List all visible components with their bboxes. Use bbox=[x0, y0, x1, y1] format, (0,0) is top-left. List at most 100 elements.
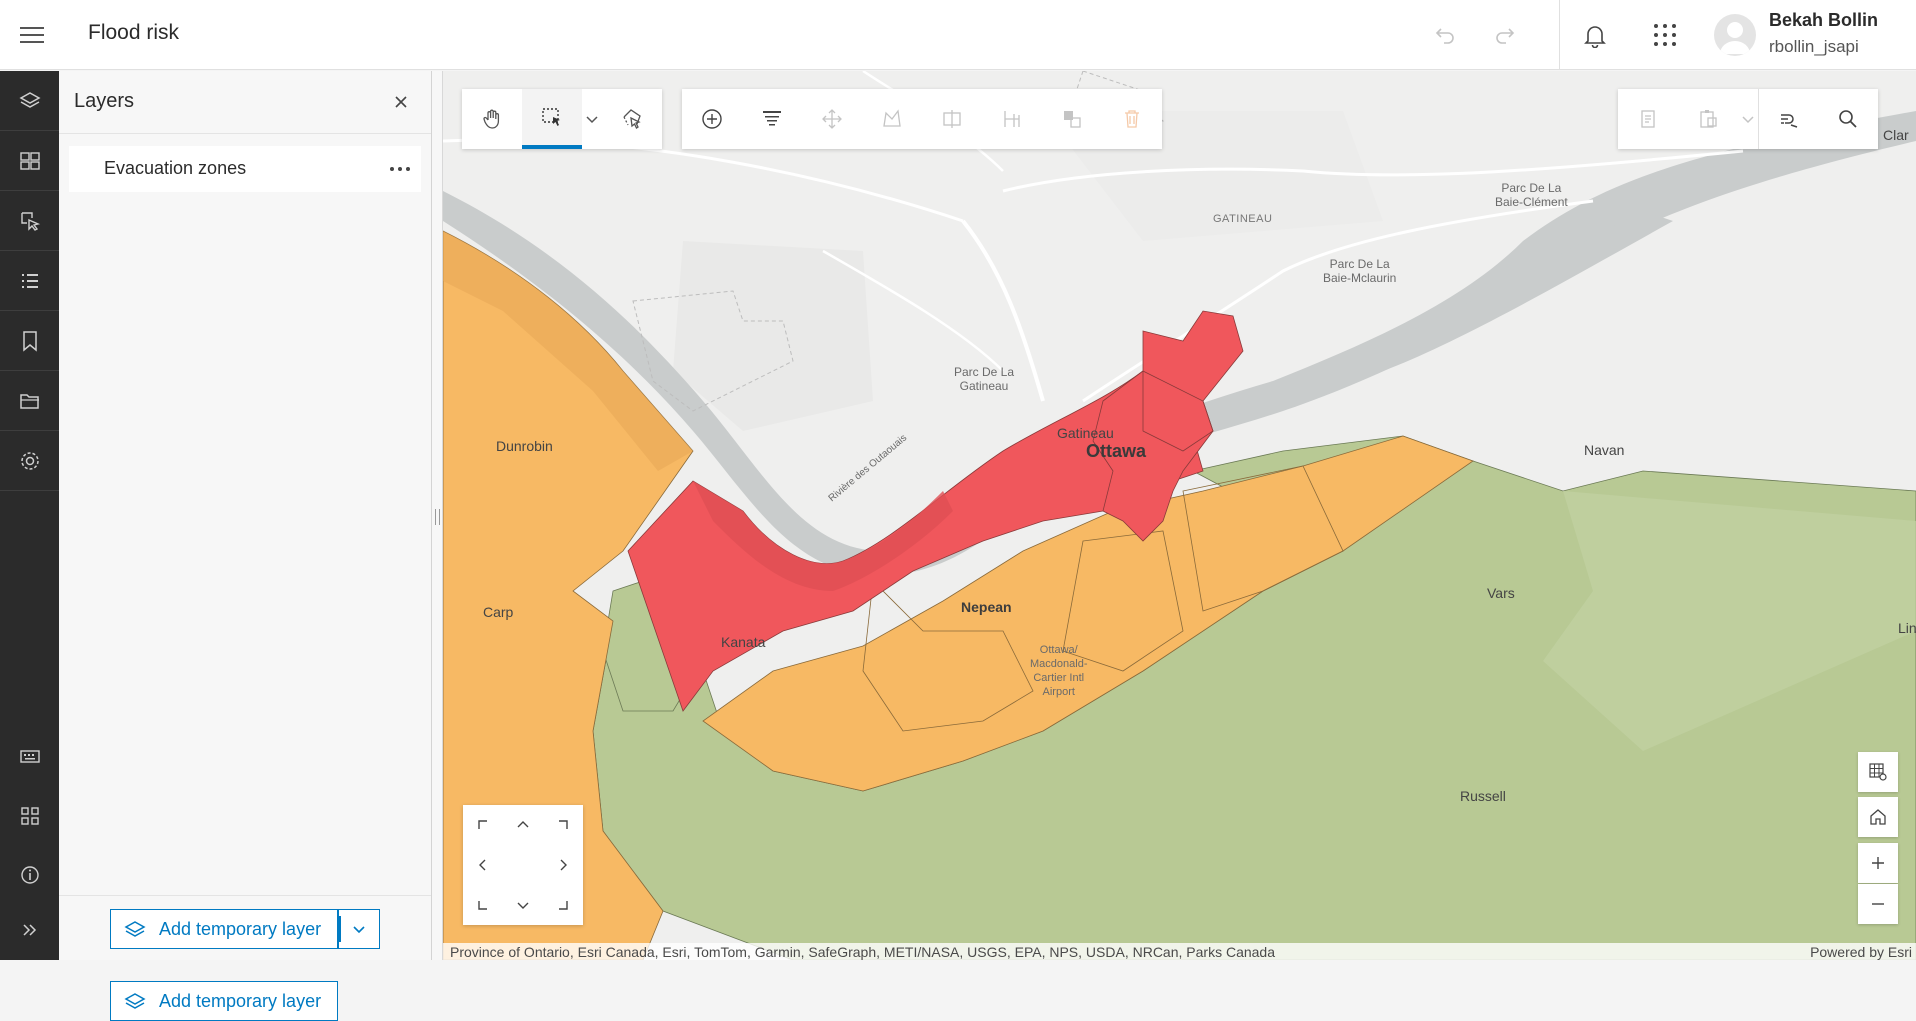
pan-west-button[interactable] bbox=[463, 845, 503, 885]
map-canvas[interactable] bbox=[443, 71, 1916, 960]
chevron-down-icon bbox=[517, 902, 529, 909]
close-icon[interactable] bbox=[389, 90, 413, 114]
attributes-button[interactable] bbox=[742, 89, 802, 149]
lasso-select-button[interactable] bbox=[602, 89, 662, 149]
layer-list-item[interactable]: Evacuation zones bbox=[69, 146, 421, 192]
panel-header: Layers bbox=[59, 71, 431, 134]
move-button[interactable] bbox=[802, 89, 862, 149]
layers-icon[interactable] bbox=[0, 71, 59, 131]
zoom-out-button[interactable] bbox=[1858, 884, 1898, 924]
copy-button[interactable] bbox=[1618, 89, 1678, 149]
move-icon bbox=[822, 109, 842, 129]
bookmark-icon[interactable] bbox=[0, 311, 59, 371]
home-button[interactable] bbox=[1858, 797, 1898, 837]
user-name[interactable]: Bekah Bollin bbox=[1769, 10, 1878, 31]
header-divider bbox=[1559, 0, 1560, 70]
undo-icon[interactable] bbox=[1430, 20, 1460, 50]
paste-button[interactable] bbox=[1678, 89, 1738, 149]
map-label-lin: Lin bbox=[1898, 620, 1916, 636]
user-id[interactable]: rbollin_jsapi bbox=[1769, 37, 1859, 57]
panel-resizer[interactable] bbox=[432, 71, 443, 960]
panel-title: Layers bbox=[74, 90, 135, 112]
info-icon[interactable] bbox=[0, 845, 59, 905]
add-temporary-layer-button[interactable]: Add temporary layer bbox=[110, 981, 338, 1021]
apps-grid-icon[interactable] bbox=[1650, 20, 1680, 50]
paste-dropdown[interactable] bbox=[1738, 89, 1758, 149]
map-label-parc-gatineau: Parc De La Gatineau bbox=[954, 365, 1015, 393]
resize-grip-icon[interactable] bbox=[435, 509, 440, 525]
home-icon bbox=[1870, 809, 1886, 825]
trash-icon bbox=[1125, 110, 1139, 128]
lasso-select-icon bbox=[623, 109, 641, 129]
pan-south-button[interactable] bbox=[503, 885, 543, 925]
pan-southwest-button[interactable] bbox=[463, 885, 503, 925]
chevron-down-icon bbox=[353, 926, 365, 934]
add-temporary-layer-label: Add temporary layer bbox=[159, 991, 322, 1011]
pan-northwest-button[interactable] bbox=[463, 805, 503, 845]
list-icon[interactable] bbox=[0, 251, 59, 311]
split-button[interactable] bbox=[922, 89, 982, 149]
layer-name: Evacuation zones bbox=[104, 158, 247, 178]
attribute-list-icon bbox=[763, 111, 781, 126]
map-label-ottawa: Ottawa bbox=[1086, 441, 1147, 461]
navigation-pad bbox=[463, 805, 583, 925]
map-label-navan: Navan bbox=[1584, 442, 1625, 458]
pan-east-button[interactable] bbox=[543, 845, 583, 885]
add-layer-dropdown-button[interactable] bbox=[338, 909, 380, 949]
pan-southeast-button[interactable] bbox=[543, 885, 583, 925]
expand-icon[interactable] bbox=[0, 900, 59, 960]
editing-toolbar bbox=[682, 89, 1162, 149]
search-button[interactable] bbox=[1818, 89, 1878, 149]
map-label-dunrobin: Dunrobin bbox=[496, 438, 553, 454]
chevron-right-icon bbox=[560, 859, 567, 871]
settings-icon[interactable] bbox=[0, 431, 59, 491]
add-feature-button[interactable] bbox=[682, 89, 742, 149]
map-label-nepean: Nepean bbox=[961, 599, 1012, 615]
pan-north-button[interactable] bbox=[503, 805, 543, 845]
paste-icon bbox=[1700, 110, 1717, 128]
map-label-clar: Clar bbox=[1883, 127, 1909, 143]
rectangle-select-icon bbox=[542, 108, 560, 126]
map-label-kanata: Kanata bbox=[721, 634, 766, 650]
replace-button[interactable] bbox=[1042, 89, 1102, 149]
add-temporary-layer-text: Add temporary layer bbox=[159, 919, 322, 939]
chevron-left-icon bbox=[479, 859, 486, 871]
corner-se-icon bbox=[559, 901, 568, 910]
plus-icon bbox=[1872, 857, 1884, 869]
pan-northeast-button[interactable] bbox=[543, 805, 583, 845]
select-tool-dropdown[interactable] bbox=[582, 89, 602, 149]
snapping-button[interactable] bbox=[1759, 89, 1819, 149]
layers-panel: Layers Evacuation zones Add temporary la… bbox=[59, 71, 432, 1021]
folder-icon[interactable] bbox=[0, 371, 59, 431]
avatar[interactable] bbox=[1714, 14, 1756, 56]
more-options-icon[interactable] bbox=[387, 156, 413, 182]
zoom-in-button[interactable] bbox=[1858, 843, 1898, 883]
table-settings-button[interactable] bbox=[1858, 752, 1898, 792]
widgets-grid-icon[interactable] bbox=[0, 786, 59, 846]
pan-tool-button[interactable] bbox=[462, 89, 522, 149]
snapping-icon bbox=[1781, 114, 1798, 128]
hand-icon bbox=[483, 109, 500, 129]
basemap-icon[interactable] bbox=[0, 131, 59, 191]
bell-icon[interactable] bbox=[1580, 20, 1610, 50]
delete-button[interactable] bbox=[1102, 89, 1162, 149]
menu-icon[interactable] bbox=[18, 21, 46, 49]
map-label-parc-baie-clement: Parc De La Baie-Clément bbox=[1495, 181, 1568, 209]
reshape-icon bbox=[883, 109, 901, 127]
powered-by-esri[interactable]: Powered by Esri bbox=[1810, 944, 1912, 960]
add-circle-icon bbox=[702, 109, 722, 129]
chevron-down-icon bbox=[586, 116, 598, 124]
merge-button[interactable] bbox=[982, 89, 1042, 149]
keyboard-icon[interactable] bbox=[0, 726, 59, 786]
rectangle-select-button[interactable] bbox=[522, 89, 582, 149]
reshape-button[interactable] bbox=[862, 89, 922, 149]
chevron-up-icon bbox=[517, 821, 529, 828]
map-view[interactable]: GATINEAU Parc De La Baie-Clément Parc De… bbox=[443, 71, 1916, 960]
layers-icon bbox=[124, 919, 146, 941]
add-temporary-layer-button-main[interactable]: Add temporary layer bbox=[110, 909, 338, 949]
attribution-text[interactable]: Province of Ontario, Esri Canada, Esri, … bbox=[450, 944, 1275, 960]
select-features-icon[interactable] bbox=[0, 191, 59, 251]
app-header: Flood risk Bekah Bollin rbollin_jsapi bbox=[0, 0, 1916, 70]
redo-icon[interactable] bbox=[1490, 20, 1520, 50]
minus-icon bbox=[1872, 903, 1884, 905]
